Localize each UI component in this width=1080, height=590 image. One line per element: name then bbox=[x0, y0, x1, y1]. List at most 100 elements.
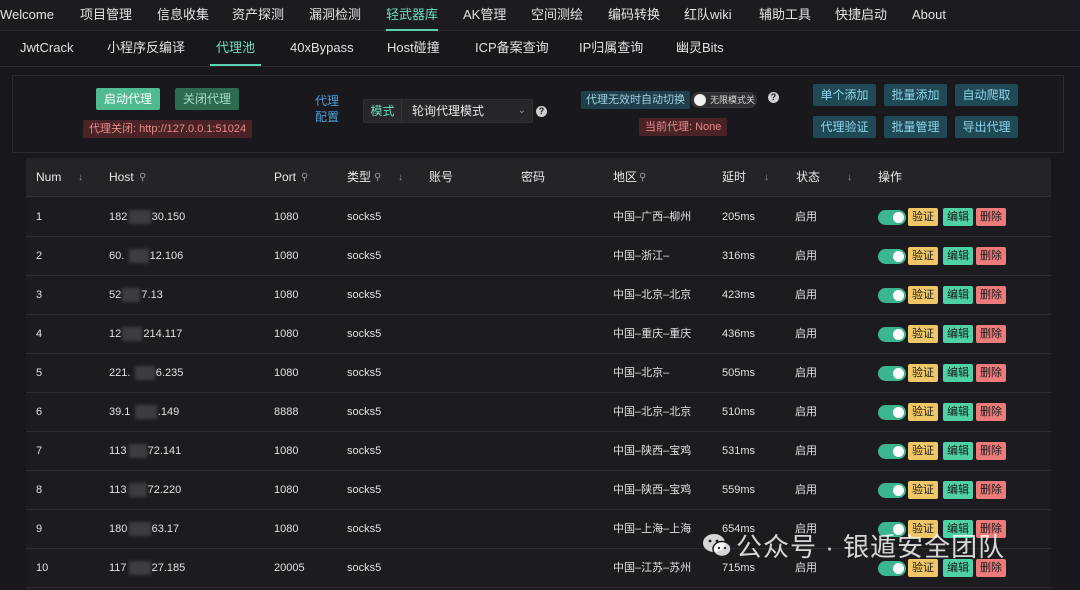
sort-icon[interactable]: ↓ bbox=[78, 158, 83, 197]
nav-vuln-detect[interactable]: 漏洞检测 bbox=[309, 0, 361, 31]
delete-button[interactable]: 删除 bbox=[976, 364, 1006, 382]
nav-aux-tools[interactable]: 辅助工具 bbox=[759, 0, 811, 31]
tab-jwtcrack[interactable]: JwtCrack bbox=[20, 31, 73, 66]
delete-button[interactable]: 删除 bbox=[976, 442, 1006, 460]
col-num[interactable]: Num bbox=[36, 158, 61, 197]
delete-button[interactable]: 删除 bbox=[976, 286, 1006, 304]
nav-space-mapping[interactable]: 空间测绘 bbox=[531, 0, 583, 31]
nav-project-mgmt[interactable]: 项目管理 bbox=[80, 0, 132, 31]
stop-proxy-button[interactable]: 关闭代理 bbox=[175, 88, 239, 110]
nav-about[interactable]: About bbox=[912, 0, 946, 31]
edit-button[interactable]: 编辑 bbox=[943, 286, 973, 304]
nav-info-gather[interactable]: 信息收集 bbox=[157, 0, 209, 31]
row-region: 中国–上海–上海 bbox=[613, 523, 692, 535]
row-delay: 510ms bbox=[722, 406, 756, 418]
mode-select[interactable]: 模式 轮询代理模式 ⌄ bbox=[363, 99, 533, 123]
proxy-table: Num ↓ Host ⚲ Port ⚲ 类型 ⚲ ↓ 账号 密码 地区 ⚲ 延时… bbox=[26, 158, 1051, 590]
nav-asset-probe[interactable]: 资产探测 bbox=[232, 0, 284, 31]
search-icon[interactable]: ⚲ bbox=[139, 158, 146, 197]
table-row: 2 60. 1080 socks5 中国–浙江– 316ms 启用 12.106 验证 编辑 删除 bbox=[26, 237, 1051, 276]
row-enable-switch[interactable] bbox=[878, 483, 906, 498]
col-status[interactable]: 状态 bbox=[796, 158, 820, 197]
row-region: 中国–江苏–苏州 bbox=[613, 562, 692, 574]
infinite-help-icon[interactable]: ? bbox=[768, 92, 779, 103]
export-proxy-button[interactable]: 导出代理 bbox=[955, 116, 1018, 138]
col-type[interactable]: 类型 bbox=[347, 158, 371, 197]
delete-button[interactable]: 删除 bbox=[976, 403, 1006, 421]
delete-button[interactable]: 删除 bbox=[976, 208, 1006, 226]
watermark-text: 公众号 · 银遁安全团队 bbox=[736, 532, 1006, 562]
sort-icon[interactable]: ↓ bbox=[764, 158, 769, 197]
infinite-mode-toggle[interactable]: 无限模式关 bbox=[691, 92, 757, 108]
row-enable-switch[interactable] bbox=[878, 405, 906, 420]
batch-manage-button[interactable]: 批量管理 bbox=[884, 116, 947, 138]
row-type: socks5 bbox=[347, 406, 382, 418]
verify-button[interactable]: 验证 bbox=[908, 208, 938, 226]
nav-quick-launch[interactable]: 快捷启动 bbox=[835, 0, 887, 31]
row-host-prefix: 221. bbox=[109, 367, 131, 379]
tab-ip-location[interactable]: IP归属查询 bbox=[579, 31, 643, 66]
delete-button[interactable]: 删除 bbox=[976, 247, 1006, 265]
row-num: 8 bbox=[36, 484, 43, 496]
row-enable-switch[interactable] bbox=[878, 444, 906, 459]
row-region: 中国–北京–北京 bbox=[613, 289, 692, 301]
tab-proxy-pool[interactable]: 代理池 bbox=[209, 31, 262, 66]
col-host[interactable]: Host bbox=[109, 158, 134, 197]
verify-button[interactable]: 验证 bbox=[908, 325, 938, 343]
edit-button[interactable]: 编辑 bbox=[943, 325, 973, 343]
nav-welcome[interactable]: Welcome bbox=[0, 0, 54, 31]
add-batch-button[interactable]: 批量添加 bbox=[884, 84, 947, 106]
row-region: 中国–浙江– bbox=[613, 250, 670, 262]
search-icon[interactable]: ⚲ bbox=[639, 158, 646, 197]
edit-button[interactable]: 编辑 bbox=[943, 442, 973, 460]
nav-ak-mgmt[interactable]: AK管理 bbox=[463, 0, 506, 31]
edit-button[interactable]: 编辑 bbox=[943, 247, 973, 265]
row-enable-switch[interactable] bbox=[878, 288, 906, 303]
row-status: 启用 bbox=[795, 484, 817, 496]
row-enable-switch[interactable] bbox=[878, 249, 906, 264]
nav-light-arsenal[interactable]: 轻武器库 bbox=[386, 0, 439, 31]
search-icon[interactable]: ⚲ bbox=[374, 158, 381, 197]
search-icon[interactable]: ⚲ bbox=[301, 158, 308, 197]
row-enable-switch[interactable] bbox=[878, 210, 906, 225]
verify-button[interactable]: 验证 bbox=[908, 364, 938, 382]
edit-button[interactable]: 编辑 bbox=[943, 403, 973, 421]
edit-button[interactable]: 编辑 bbox=[943, 364, 973, 382]
row-enable-switch[interactable] bbox=[878, 327, 906, 342]
row-enable-switch[interactable] bbox=[878, 366, 906, 381]
col-port[interactable]: Port bbox=[274, 158, 296, 197]
tab-miniprogram-decompile[interactable]: 小程序反编译 bbox=[107, 31, 185, 66]
verify-button[interactable]: 验证 bbox=[908, 481, 938, 499]
edit-button[interactable]: 编辑 bbox=[943, 481, 973, 499]
verify-button[interactable]: 验证 bbox=[908, 286, 938, 304]
verify-button[interactable]: 验证 bbox=[908, 403, 938, 421]
nav-redteam-wiki[interactable]: 红队wiki bbox=[684, 0, 732, 31]
tab-host-collision[interactable]: Host碰撞 bbox=[387, 31, 440, 66]
host-redaction-mask bbox=[128, 483, 147, 497]
add-single-button[interactable]: 单个添加 bbox=[813, 84, 876, 106]
tab-ghost-bits[interactable]: 幽灵Bits bbox=[676, 31, 724, 66]
mode-help-icon[interactable]: ? bbox=[536, 106, 547, 117]
mode-select-prefix: 模式 bbox=[364, 100, 402, 122]
verify-button[interactable]: 验证 bbox=[908, 247, 938, 265]
row-type: socks5 bbox=[347, 250, 382, 262]
row-status: 启用 bbox=[795, 250, 817, 262]
tab-40x-bypass[interactable]: 40xBypass bbox=[290, 31, 354, 66]
row-region: 中国–重庆–重庆 bbox=[613, 328, 692, 340]
sort-icon[interactable]: ↓ bbox=[847, 158, 852, 197]
auto-crawl-button[interactable]: 自动爬取 bbox=[955, 84, 1018, 106]
delete-button[interactable]: 删除 bbox=[976, 481, 1006, 499]
col-delay[interactable]: 延时 bbox=[722, 158, 746, 197]
edit-button[interactable]: 编辑 bbox=[943, 208, 973, 226]
col-region[interactable]: 地区 bbox=[613, 158, 637, 197]
verify-proxy-button[interactable]: 代理验证 bbox=[813, 116, 876, 138]
start-proxy-button[interactable]: 启动代理 bbox=[96, 88, 160, 110]
switch-knob bbox=[893, 407, 904, 418]
row-delay: 205ms bbox=[722, 211, 756, 223]
delete-button[interactable]: 删除 bbox=[976, 325, 1006, 343]
sort-icon[interactable]: ↓ bbox=[398, 158, 403, 197]
verify-button[interactable]: 验证 bbox=[908, 442, 938, 460]
tab-icp-query[interactable]: ICP备案查询 bbox=[475, 31, 549, 66]
nav-encode-convert[interactable]: 编码转换 bbox=[608, 0, 660, 31]
row-host-suffix: 7.13 bbox=[141, 289, 163, 301]
